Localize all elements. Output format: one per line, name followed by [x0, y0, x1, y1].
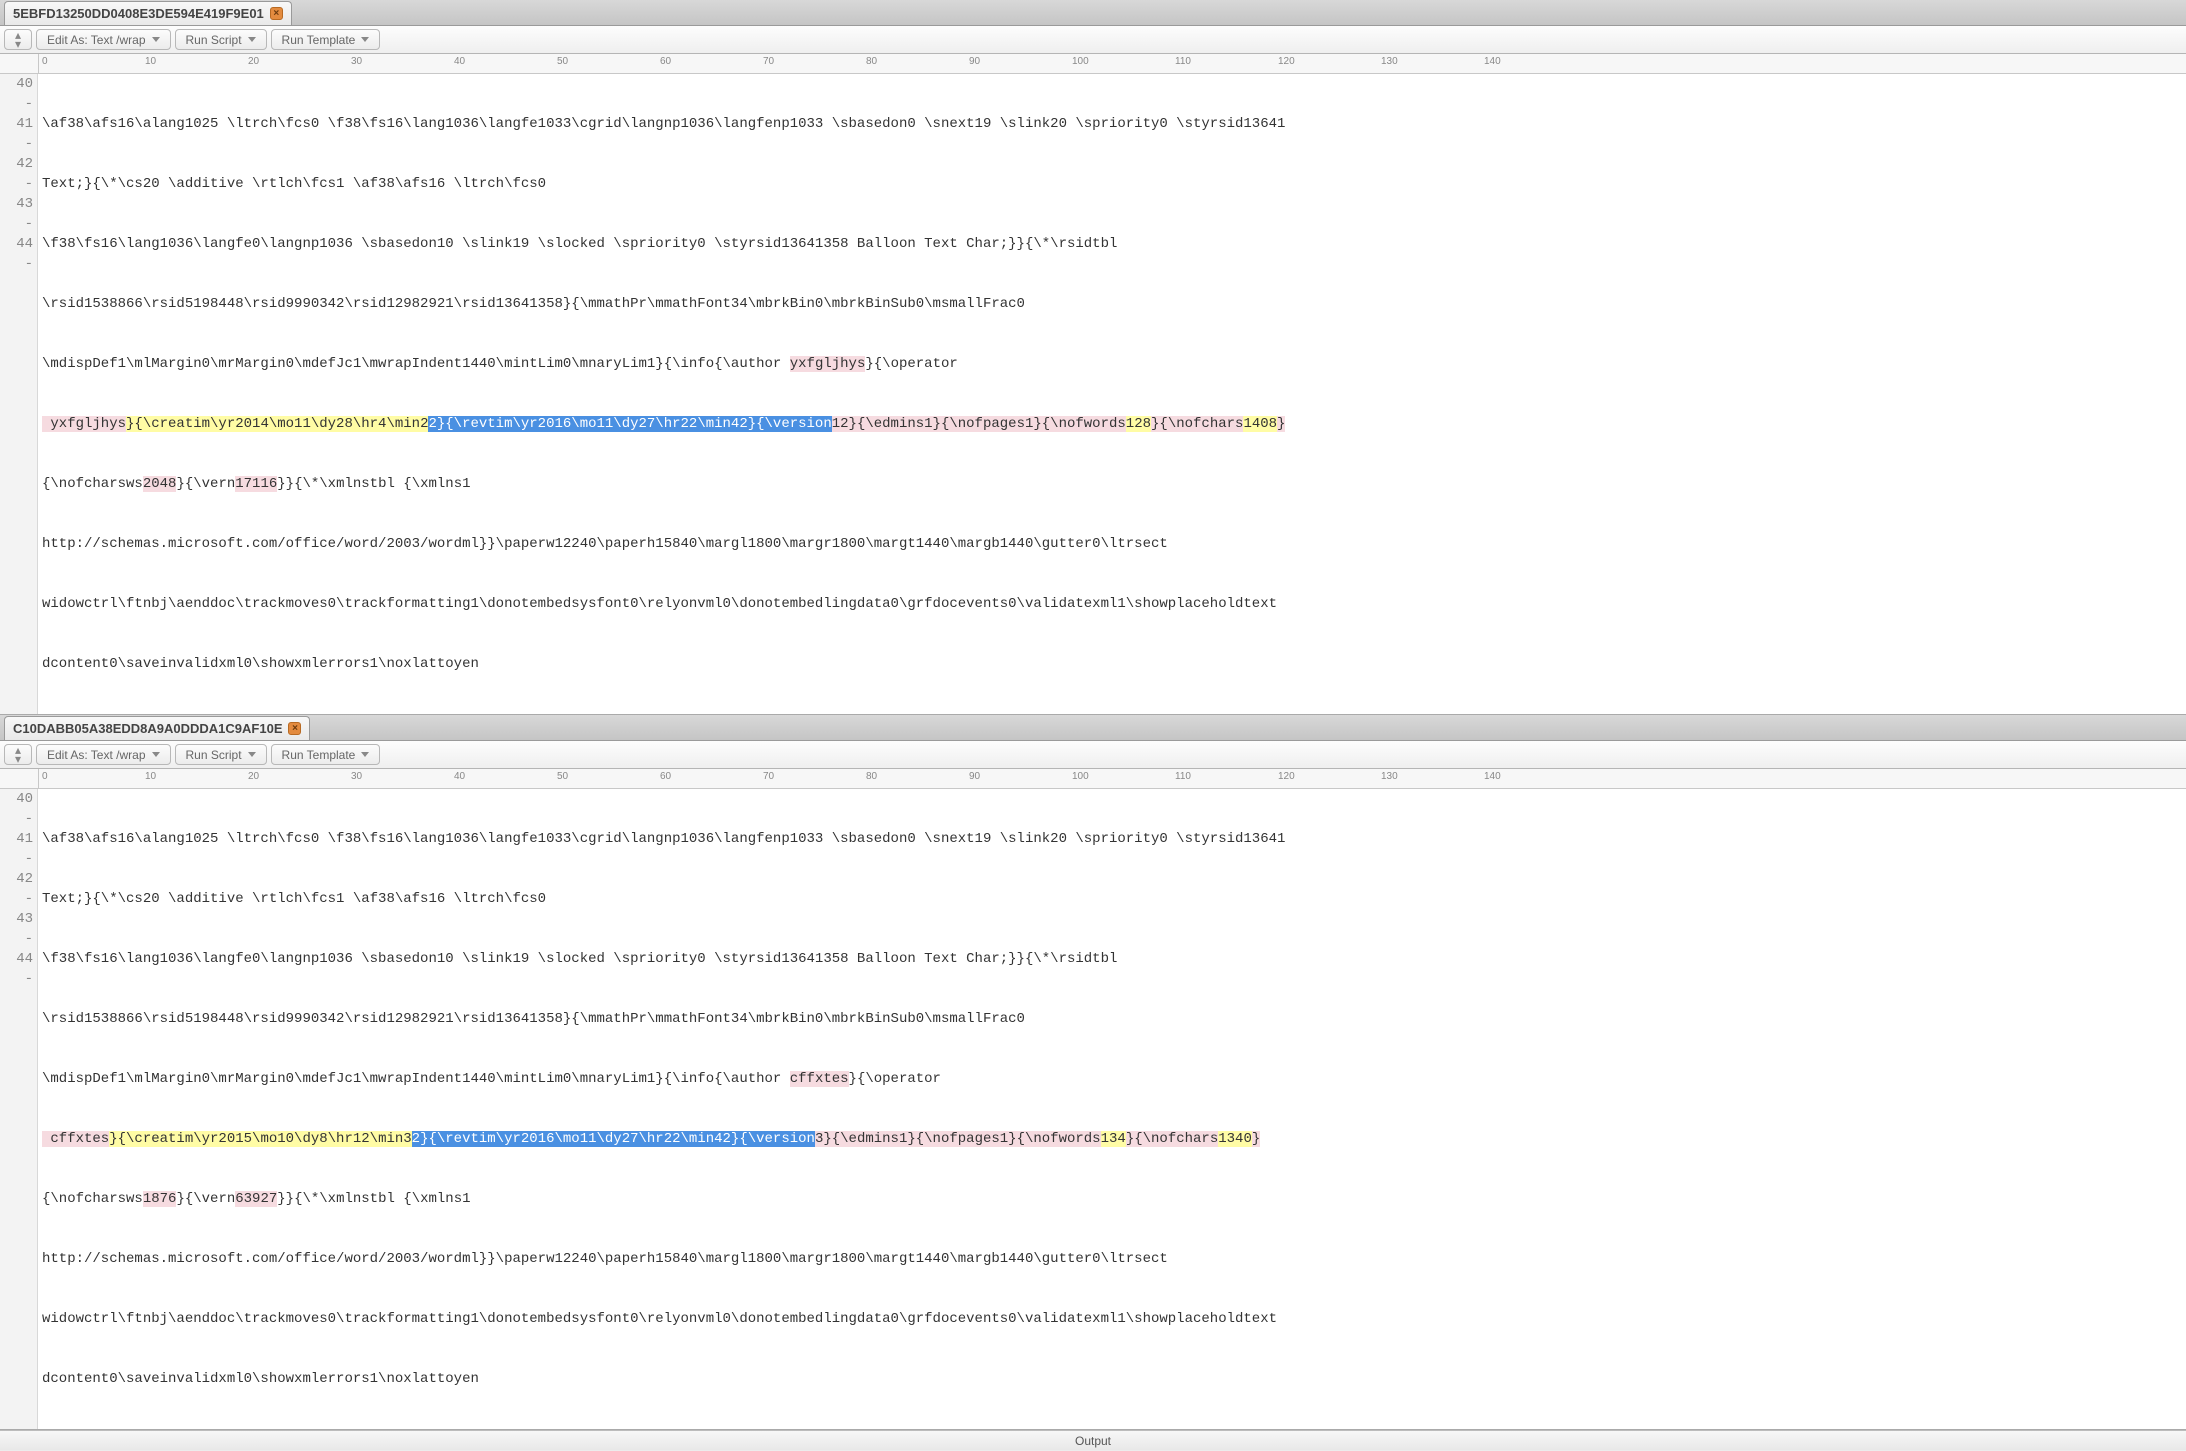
chevron-down-icon — [361, 752, 369, 757]
run-template-button[interactable]: Run Template — [271, 29, 381, 50]
chevron-down-icon — [248, 37, 256, 42]
chevron-down-icon — [361, 37, 369, 42]
toolbar-top: ▴▾ Edit As: Text /wrap Run Script Run Te… — [0, 26, 2186, 54]
bottom-editor-pane: C10DABB05A38EDD8A9A0DDDA1C9AF10E ▴▾ Edit… — [0, 715, 2186, 1430]
editor-bottom[interactable]: 40-41-42-43-44- \af38\afs16\alang1025 \l… — [0, 789, 2186, 1429]
run-template-button[interactable]: Run Template — [271, 744, 381, 765]
code-area[interactable]: \af38\afs16\alang1025 \ltrch\fcs0 \f38\f… — [38, 789, 2186, 1429]
tab-title: 5EBFD13250DD0408E3DE594E419F9E01 — [13, 6, 264, 21]
tab-file-top[interactable]: 5EBFD13250DD0408E3DE594E419F9E01 — [4, 1, 292, 25]
tab-file-bottom[interactable]: C10DABB05A38EDD8A9A0DDDA1C9AF10E — [4, 716, 310, 740]
close-icon[interactable] — [270, 7, 283, 20]
chevron-down-icon — [152, 37, 160, 42]
editor-top[interactable]: 40-41-42-43-44- \af38\afs16\alang1025 \l… — [0, 74, 2186, 714]
line-gutter: 40-41-42-43-44- — [0, 789, 38, 1429]
edit-as-button[interactable]: Edit As: Text /wrap — [36, 744, 171, 765]
ruler-top: 0102030405060708090100110120130140 — [0, 54, 2186, 74]
close-icon[interactable] — [288, 722, 301, 735]
output-bar[interactable]: Output — [0, 1430, 2186, 1450]
code-area[interactable]: \af38\afs16\alang1025 \ltrch\fcs0 \f38\f… — [38, 74, 2186, 714]
run-script-button[interactable]: Run Script — [175, 744, 267, 765]
collapse-toggle-button[interactable]: ▴▾ — [4, 29, 32, 50]
updown-icon: ▴▾ — [15, 31, 21, 48]
tab-bar: 5EBFD13250DD0408E3DE594E419F9E01 — [0, 0, 2186, 26]
ruler-bottom: 0102030405060708090100110120130140 — [0, 769, 2186, 789]
tab-title: C10DABB05A38EDD8A9A0DDDA1C9AF10E — [13, 721, 282, 736]
chevron-down-icon — [152, 752, 160, 757]
run-script-button[interactable]: Run Script — [175, 29, 267, 50]
edit-as-button[interactable]: Edit As: Text /wrap — [36, 29, 171, 50]
output-label: Output — [1075, 1434, 1111, 1448]
toolbar-bottom: ▴▾ Edit As: Text /wrap Run Script Run Te… — [0, 741, 2186, 769]
chevron-down-icon — [248, 752, 256, 757]
top-editor-pane: 5EBFD13250DD0408E3DE594E419F9E01 ▴▾ Edit… — [0, 0, 2186, 715]
tab-bar: C10DABB05A38EDD8A9A0DDDA1C9AF10E — [0, 715, 2186, 741]
collapse-toggle-button[interactable]: ▴▾ — [4, 744, 32, 765]
line-gutter: 40-41-42-43-44- — [0, 74, 38, 714]
updown-icon: ▴▾ — [15, 746, 21, 763]
